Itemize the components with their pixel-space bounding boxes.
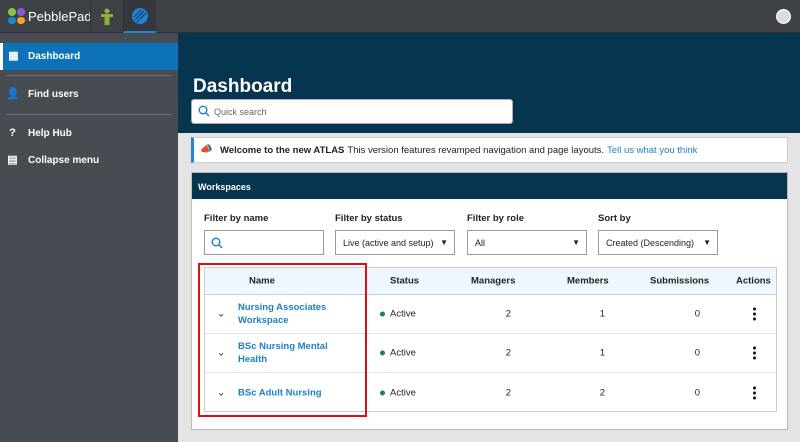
submissions-count: 0 [694,347,700,359]
status-text: Active [390,308,416,320]
filter-role-select[interactable]: All ▼ [467,230,587,255]
status-badge: Active [380,387,416,398]
help-icon: ? [9,127,16,139]
sidebar-item-help-hub[interactable]: ? Help Hub [0,120,178,147]
sidebar: ▦ Dashboard 👤 Find users ? Help Hub ▤ Co… [0,33,178,442]
quick-search-input[interactable]: Quick search [191,99,513,124]
status-dot [380,311,385,317]
feedback-link[interactable]: Tell us what you think [607,145,697,156]
column-submissions[interactable]: Submissions [650,276,709,287]
filter-name-input[interactable] [204,230,324,255]
members-count: 1 [599,308,605,320]
tab-atlas[interactable] [123,0,156,33]
banner-text: This version features revamped navigatio… [347,144,605,156]
collapse-menu-icon: ▤ [7,154,18,166]
status-dot [380,390,385,395]
filter-name-label: Filter by name [204,213,269,224]
submissions-count: 0 [694,308,700,320]
tab-pebblepad[interactable] [90,0,123,33]
top-bar: PebblePad [0,0,800,33]
brand-name: PebblePad [28,8,92,24]
status-badge: Active [380,348,416,359]
sidebar-item-find-users[interactable]: 👤 Find users [0,81,178,108]
column-actions: Actions [736,275,771,287]
members-count: 1 [599,347,605,359]
filter-role-label: Filter by role [467,213,525,224]
banner-heading: Welcome to the new ATLAS [220,144,345,156]
announcement-banner: 📣 Welcome to the new ATLAS This version … [191,137,788,163]
filter-status-label: Filter by status [335,213,403,224]
page-title: Dashboard [193,76,293,97]
divider [6,114,172,115]
search-icon [211,237,223,249]
user-icon: 👤 [6,88,20,100]
more-actions-icon[interactable] [753,386,756,399]
submissions-count: 0 [694,387,700,398]
members-count: 2 [599,387,605,398]
column-status[interactable]: Status [390,276,419,287]
chevron-down-icon: ▼ [703,238,711,247]
sidebar-item-label: Help Hub [28,128,72,139]
sort-label: Sort by [598,213,631,224]
managers-count: 2 [505,308,511,320]
status-text: Active [390,347,416,359]
person-figure-icon [101,8,113,25]
column-members[interactable]: Members [567,276,609,287]
more-actions-icon[interactable] [753,307,756,321]
column-managers[interactable]: Managers [471,276,515,287]
status-text: Active [390,387,416,398]
megaphone-icon: 📣 [200,144,213,155]
chevron-down-icon: ▼ [440,238,448,247]
managers-count: 2 [505,387,511,398]
sidebar-item-label: Find users [28,89,79,100]
sort-select[interactable]: Created (Descending) ▼ [598,230,718,255]
managers-count: 2 [505,347,511,359]
select-value: Created (Descending) [606,237,695,248]
status-badge: Active [380,309,416,320]
select-value: Live (active and setup) [343,237,434,248]
status-dot [380,350,385,356]
sidebar-item-label: Collapse menu [28,155,100,166]
divider [6,75,172,76]
more-actions-icon[interactable] [753,346,756,360]
sidebar-item-label: Dashboard [28,51,81,62]
sidebar-item-collapse-menu[interactable]: ▤ Collapse menu [0,147,178,174]
search-placeholder: Quick search [214,106,267,117]
search-icon [198,105,210,117]
filter-status-select[interactable]: Live (active and setup) ▼ [335,230,455,255]
chevron-down-icon: ▼ [572,238,580,247]
logo-icon [8,8,25,24]
pebblepad-logo[interactable]: PebblePad [8,8,92,24]
atlas-globe-icon [132,7,148,24]
select-value: All [475,237,486,248]
panel-title: Workspaces [192,173,787,199]
sidebar-item-dashboard[interactable]: ▦ Dashboard [0,43,178,70]
highlight-box [198,263,367,417]
user-avatar-icon[interactable] [776,9,791,24]
dashboard-icon: ▦ [8,50,19,62]
